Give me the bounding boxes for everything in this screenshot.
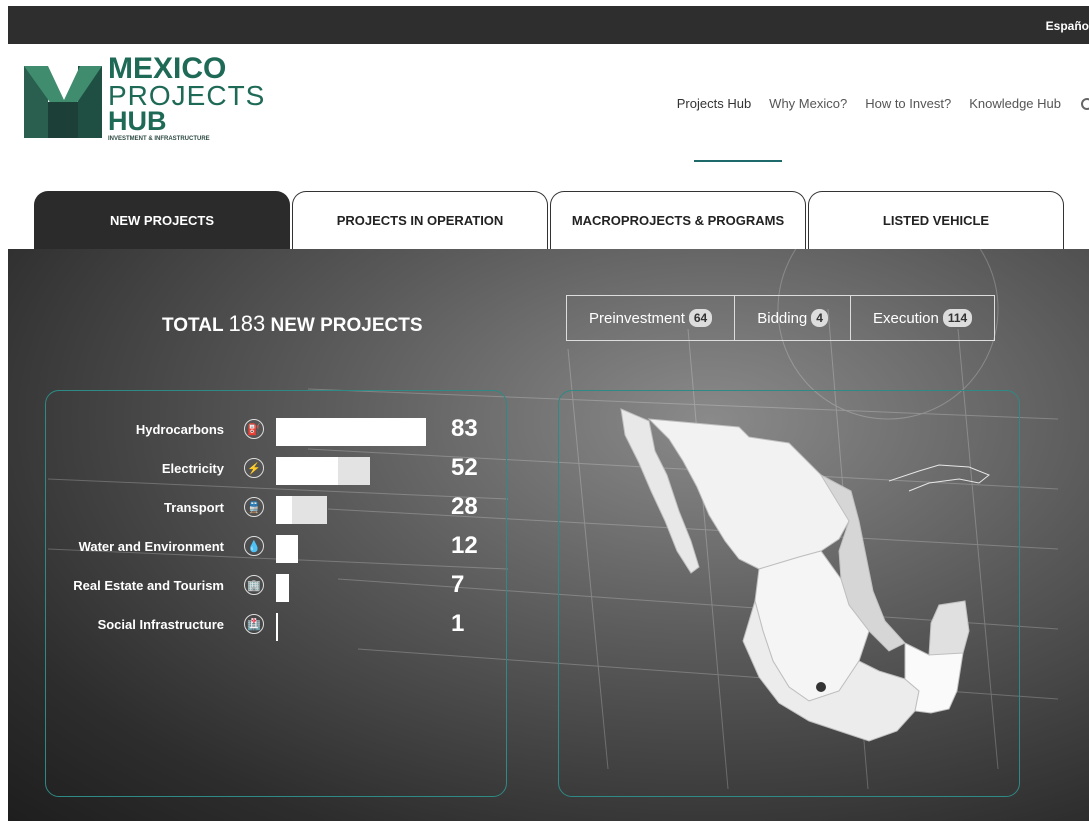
stage-count-badge: 64 xyxy=(688,309,713,327)
sector-bar xyxy=(276,418,426,446)
nav-projects-hub[interactable]: Projects Hub xyxy=(677,96,751,111)
stage-label: Bidding xyxy=(757,309,808,327)
oil-rig-icon: ⛽ xyxy=(244,419,264,439)
sector-count: 83 xyxy=(451,415,478,442)
building-icon: 🏢 xyxy=(244,575,264,595)
sector-label: Hydrocarbons xyxy=(135,422,224,437)
sector-bar xyxy=(276,457,370,485)
stage-label: Execution xyxy=(872,309,939,327)
stage-preinvestment-button[interactable]: Preinvestment 64 xyxy=(567,296,736,340)
sector-bar xyxy=(276,535,298,563)
map-us-border xyxy=(888,464,990,492)
stage-execution-button[interactable]: Execution 114 xyxy=(851,296,994,340)
nav-how-to-invest[interactable]: How to Invest? xyxy=(865,96,951,111)
map-capital-marker xyxy=(816,682,826,692)
sector-bar xyxy=(276,496,327,524)
power-tower-icon: ⚡ xyxy=(244,458,264,478)
map-panel xyxy=(558,390,1020,797)
nav-why-mexico[interactable]: Why Mexico? xyxy=(769,96,847,111)
sector-label: Electricity xyxy=(161,461,224,476)
nav-active-indicator xyxy=(694,160,782,162)
total-projects-heading: TOTAL 183 NEW PROJECTS xyxy=(162,311,423,337)
sector-count: 1 xyxy=(451,610,465,637)
logo[interactable]: MEXICO PROJECTS HUB INVESTMENT & INFRAST… xyxy=(24,54,264,144)
main-nav: Projects Hub Why Mexico? How to Invest? … xyxy=(677,96,1061,111)
sector-label: Water and Environment xyxy=(78,539,224,554)
mexico-map[interactable] xyxy=(559,391,1020,797)
logo-line-3: HUB xyxy=(108,106,167,136)
project-tabs: NEW PROJECTS PROJECTS IN OPERATION MACRO… xyxy=(34,191,1066,249)
nav-knowledge-hub[interactable]: Knowledge Hub xyxy=(969,96,1061,111)
stage-count-badge: 4 xyxy=(811,309,828,327)
hospital-icon: 🏥 xyxy=(244,614,264,634)
logo-mark xyxy=(24,66,102,138)
sector-label: Transport xyxy=(164,500,224,515)
total-count: 183 xyxy=(228,311,266,336)
tab-new-projects[interactable]: NEW PROJECTS xyxy=(34,191,290,249)
total-prefix: TOTAL xyxy=(162,315,224,336)
train-icon: 🚆 xyxy=(244,497,264,517)
water-drop-icon: 💧 xyxy=(244,536,264,556)
sector-row-water-environment[interactable]: Water and Environment 💧 12 xyxy=(46,532,486,563)
search-icon[interactable] xyxy=(1081,98,1089,110)
sector-row-real-estate-tourism[interactable]: Real Estate and Tourism 🏢 7 xyxy=(46,571,486,602)
stage-count-badge: 114 xyxy=(942,309,973,327)
stage-bidding-button[interactable]: Bidding 4 xyxy=(735,296,851,340)
sector-bar xyxy=(276,574,289,602)
map-yucatan xyxy=(928,600,970,656)
sector-bar xyxy=(276,613,278,641)
projects-dashboard: TOTAL 183 NEW PROJECTS Preinvestment 64 … xyxy=(8,249,1089,821)
tab-macroprojects-programs[interactable]: MACROPROJECTS & PROGRAMS xyxy=(550,191,806,249)
sector-row-electricity[interactable]: Electricity ⚡ 52 xyxy=(46,454,486,485)
language-link[interactable]: Españo xyxy=(1046,19,1089,33)
sector-count: 28 xyxy=(451,493,478,520)
sector-row-hydrocarbons[interactable]: Hydrocarbons ⛽ 83 xyxy=(46,415,486,446)
stage-label: Preinvestment xyxy=(589,309,685,327)
sector-panel: Hydrocarbons ⛽ 83 Electricity ⚡ 52 Trans… xyxy=(45,390,507,797)
total-suffix: NEW PROJECTS xyxy=(270,315,423,336)
sector-count: 12 xyxy=(451,532,478,559)
sector-label: Real Estate and Tourism xyxy=(73,578,224,593)
sector-count: 52 xyxy=(451,454,478,481)
logo-tagline: INVESTMENT & INFRASTRUCTURE xyxy=(108,136,210,142)
tab-projects-in-operation[interactable]: PROJECTS IN OPERATION xyxy=(292,191,548,249)
stage-filter: Preinvestment 64 Bidding 4 Execution 114 xyxy=(566,295,996,341)
sector-label: Social Infrastructure xyxy=(97,617,224,632)
sector-row-transport[interactable]: Transport 🚆 28 xyxy=(46,493,486,524)
top-bar: Españo xyxy=(8,6,1089,44)
sector-count: 7 xyxy=(451,571,465,598)
sector-row-social-infrastructure[interactable]: Social Infrastructure 🏥 1 xyxy=(46,610,486,641)
tab-listed-vehicle[interactable]: LISTED VEHICLE xyxy=(808,191,1064,249)
header: MEXICO PROJECTS HUB INVESTMENT & INFRAST… xyxy=(8,44,1089,184)
